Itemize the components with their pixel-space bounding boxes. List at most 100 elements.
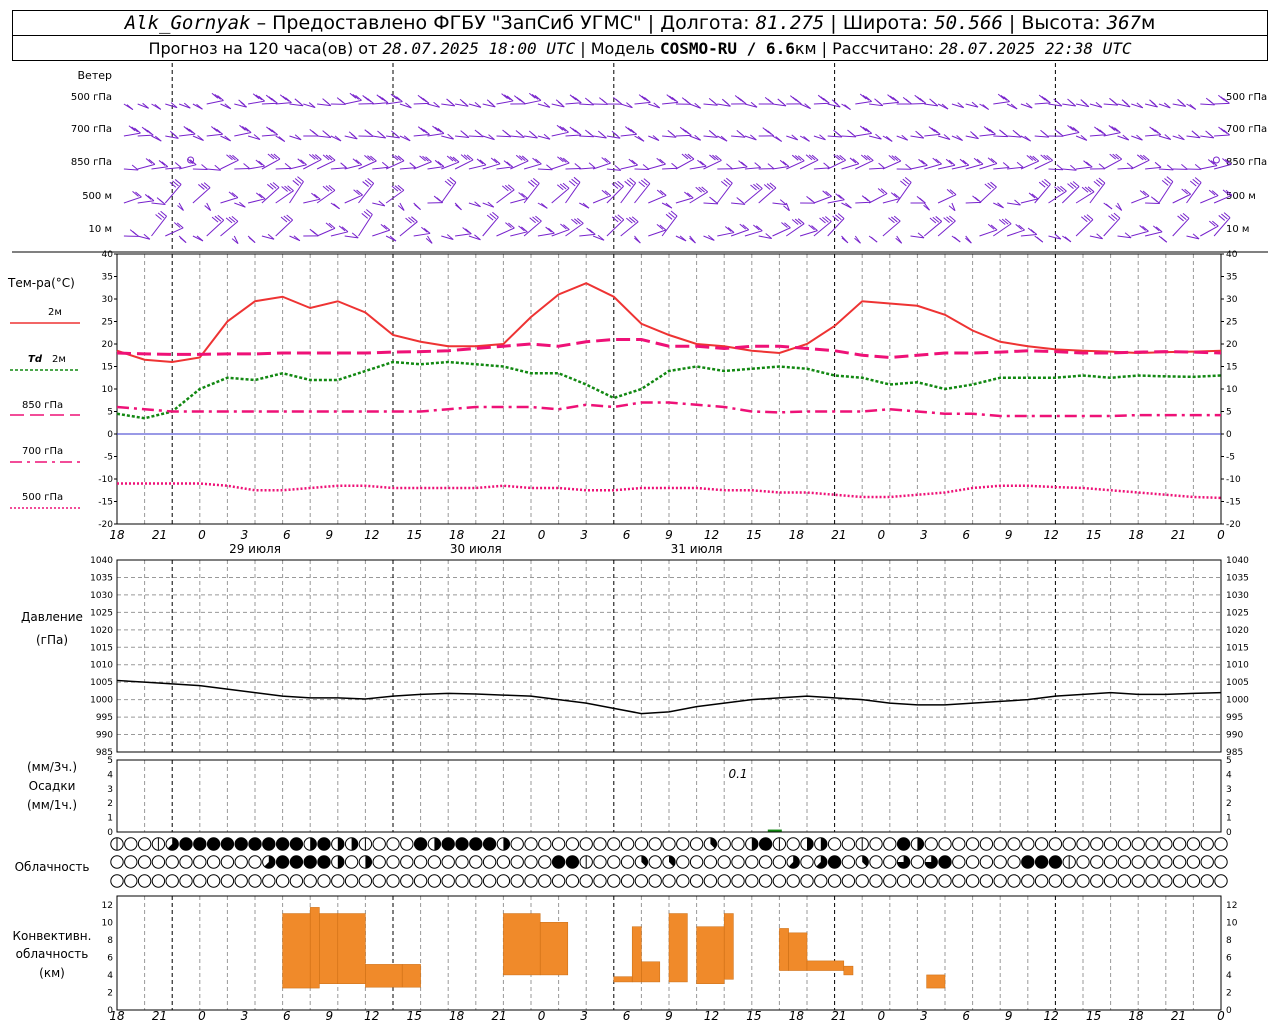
cloud-symbol <box>524 855 538 869</box>
cloud-symbol <box>593 855 607 869</box>
cloud-symbol <box>1186 874 1201 888</box>
conv-x-label: 3 <box>580 1009 588 1023</box>
wind-barb-flag <box>1040 129 1047 136</box>
conv-bar <box>401 964 421 988</box>
wind-barb-flag <box>1016 161 1024 168</box>
wind-barb-flag <box>270 153 278 160</box>
pres-ytick-label-right: 1010 <box>1226 661 1249 671</box>
wind-barb-flag <box>588 162 596 169</box>
cloud-symbol <box>372 874 386 888</box>
cloud-symbol <box>193 837 207 851</box>
wind-barb-flag <box>446 98 453 105</box>
conv-x-label: 18 <box>449 1009 465 1023</box>
wind-barb-flag <box>611 130 619 137</box>
wind-barb-flag <box>294 98 302 105</box>
wind-barb <box>385 160 405 170</box>
cloud-symbol-fill <box>751 837 758 851</box>
cloud-symbol <box>262 837 276 851</box>
wind-barb-flag <box>997 93 1005 100</box>
wind-barb-flag <box>169 130 177 137</box>
cloud-symbol <box>482 837 497 851</box>
cloud-symbol <box>1021 874 1035 888</box>
wind-barb <box>744 167 761 170</box>
wind-barb-flag <box>902 96 910 103</box>
pres-ytick-label-right: 1000 <box>1226 696 1249 706</box>
conv-x-label: 12 <box>1044 1009 1059 1023</box>
wind-barb <box>1076 166 1093 170</box>
wind-barb <box>565 167 581 170</box>
conv-bar <box>365 964 403 988</box>
wind-barb-flag <box>862 126 870 133</box>
cloud-symbol <box>1131 855 1145 869</box>
cloud-symbol <box>220 874 235 888</box>
wind-barb <box>372 102 389 105</box>
wind-level-label: 10 м <box>89 224 112 235</box>
cloud-symbol <box>620 874 635 888</box>
conv-x-label: 21 <box>152 1009 167 1023</box>
cloud-symbol <box>607 855 621 869</box>
wind-barb-flag <box>502 129 509 136</box>
wind-barb <box>551 162 570 170</box>
conv-x-label: 18 <box>789 1009 805 1023</box>
cloud-symbol <box>317 837 331 851</box>
wind-barb-flag <box>928 126 936 133</box>
wind-barb <box>1158 168 1174 171</box>
wind-barb <box>1172 218 1190 237</box>
cloud-symbol <box>538 874 552 888</box>
cloud-symbol-fill <box>807 837 814 851</box>
precip-unit-1h: (мм/1ч.) <box>27 798 77 812</box>
precip-unit-3h: (мм/3ч.) <box>27 760 77 774</box>
wind-barb <box>468 135 484 138</box>
wind-barb-flag <box>1030 229 1038 235</box>
wind-barb <box>634 183 651 204</box>
wind-barb <box>965 201 982 204</box>
cloud-symbol <box>413 855 428 869</box>
temp-ytick-label-right: -15 <box>1226 498 1241 508</box>
wind-barb-flag <box>423 129 430 135</box>
wind-barb-flag <box>870 236 878 243</box>
temp-x-label: 18 <box>789 528 805 542</box>
temp-title: Тем-ра(°C) <box>7 276 75 290</box>
cloud-symbol <box>358 874 373 888</box>
cloud-symbol <box>814 874 828 888</box>
wind-barb <box>372 229 390 237</box>
wind-barb-flag <box>1151 127 1159 134</box>
wind-barb <box>579 103 594 106</box>
cloud-symbol <box>1200 874 1214 888</box>
cloud-symbol <box>993 874 1007 888</box>
conv-x-label: 15 <box>746 1009 761 1023</box>
cloud-symbol <box>344 855 359 869</box>
temp-x-label: 6 <box>962 528 970 542</box>
cloud-symbol <box>924 837 938 851</box>
cloud-symbol <box>965 855 980 869</box>
conv-title-3: (км) <box>39 966 65 980</box>
conv-bar <box>319 913 339 984</box>
conv-bar <box>926 974 946 989</box>
wind-barb-flag <box>211 126 218 132</box>
wind-barb-flag <box>377 130 384 137</box>
wind-barb-flag <box>1099 129 1106 136</box>
cloud-symbol <box>1131 837 1145 851</box>
wind-barb <box>827 135 842 138</box>
cloud-symbol <box>896 837 911 851</box>
wind-barb-flag <box>528 130 536 137</box>
conv-x-label: 0 <box>877 1009 885 1023</box>
cloud-symbol <box>800 874 814 888</box>
wind-barb-flag <box>740 161 748 168</box>
wind-barb-flag <box>878 162 885 169</box>
cloud-symbol <box>510 855 524 869</box>
cloud-symbol <box>565 874 580 888</box>
wind-barb <box>993 101 1010 105</box>
wind-barb-flag <box>695 186 702 193</box>
wind-barb-flag <box>432 125 439 132</box>
cloud-symbol <box>455 837 469 851</box>
cloud-symbol <box>565 837 580 851</box>
wind-barb-flag <box>1160 236 1168 243</box>
wind-barb-flag <box>708 98 716 104</box>
wind-barb-flag <box>381 161 389 168</box>
cloud-symbol <box>1048 874 1063 888</box>
wind-barb-flag <box>1150 196 1158 203</box>
temp-x-label: 21 <box>1171 528 1186 542</box>
wind-barb <box>261 187 280 204</box>
cloud-symbol <box>979 855 994 869</box>
